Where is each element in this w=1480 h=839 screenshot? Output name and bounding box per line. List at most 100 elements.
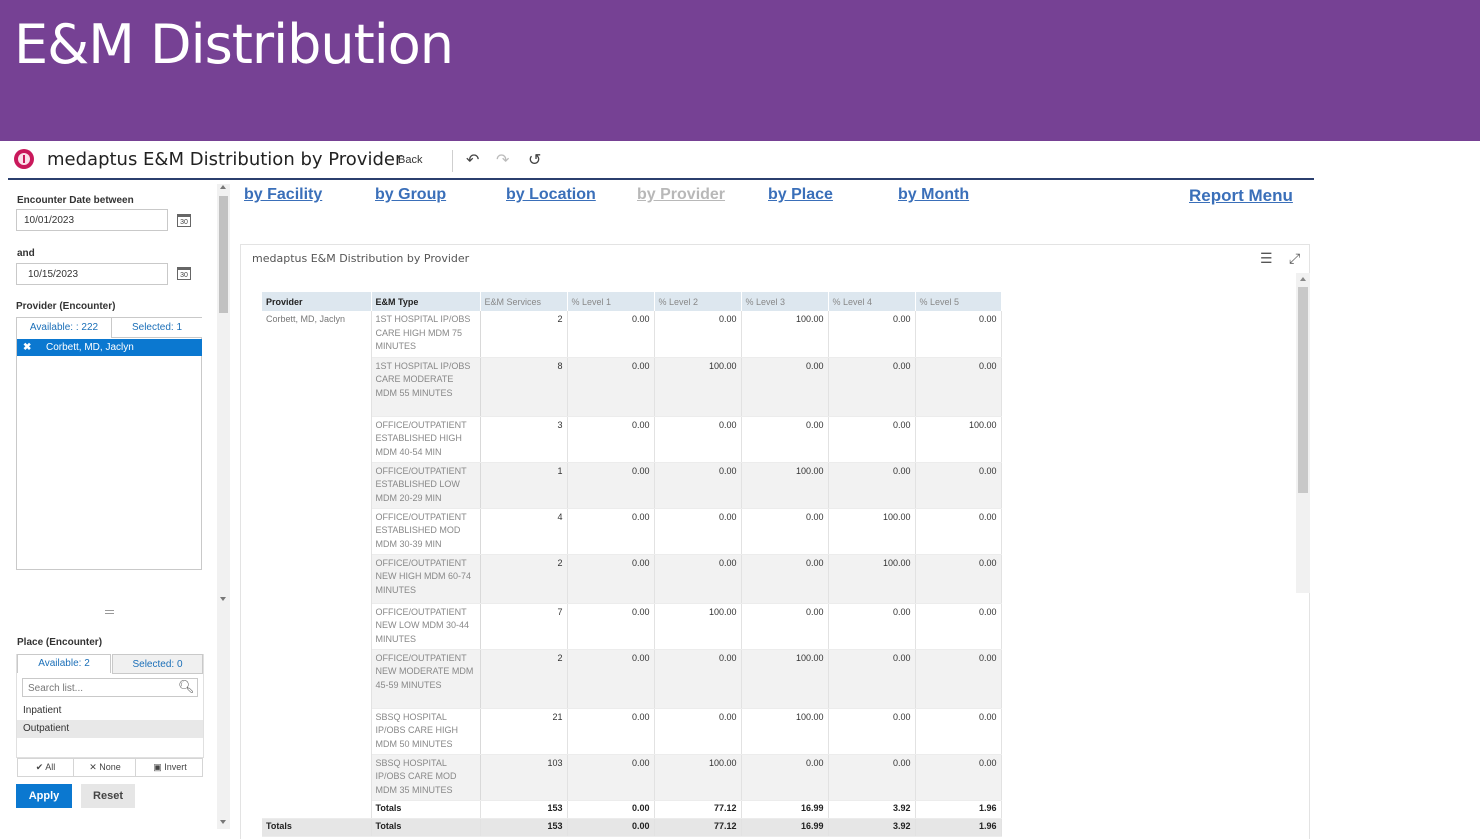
level-percent-cell: 0.00	[915, 554, 1002, 604]
medaptus-logo-icon	[14, 149, 34, 169]
level-percent-cell: 0.00	[567, 603, 655, 650]
level-percent-cell: 0.00	[915, 603, 1002, 650]
column-header[interactable]: Provider	[262, 292, 372, 311]
scroll-down-icon[interactable]	[220, 597, 226, 601]
place-search-input[interactable]: Search list...	[22, 678, 198, 697]
level-percent-cell: 0.00	[915, 754, 1002, 801]
column-header[interactable]: % Level 5	[915, 292, 1002, 311]
scrollbar-thumb[interactable]	[1298, 287, 1308, 493]
em-type-cell: OFFICE/OUTPATIENT ESTABLISHED MOD MDM 30…	[371, 508, 481, 555]
level-percent-cell: 0.00	[567, 754, 655, 801]
level-percent-cell: 0.00	[741, 554, 829, 604]
calendar-icon[interactable]: 30	[177, 267, 191, 280]
close-icon: ✕	[89, 762, 97, 772]
place-selected-tab[interactable]: Selected: 0	[112, 654, 203, 674]
provider-list-item[interactable]: ✖ Corbett, MD, Jaclyn	[17, 339, 202, 356]
level-percent-cell: 100.00	[741, 462, 829, 509]
level-percent-cell: 0.00	[567, 462, 655, 509]
nav-by-month[interactable]: by Month	[898, 186, 969, 204]
nav-by-location[interactable]: by Location	[506, 186, 596, 204]
nav-by-place[interactable]: by Place	[768, 186, 833, 204]
place-listbox[interactable]: Available: 2 Selected: 0 Search list... …	[17, 654, 204, 761]
level-percent-cell: 0.00	[915, 508, 1002, 555]
reset-button[interactable]: Reset	[81, 784, 135, 808]
em-type-cell: OFFICE/OUTPATIENT NEW MODERATE MDM 45-59…	[371, 649, 481, 709]
em-type-cell: 1ST HOSPITAL IP/OBS CARE MODERATE MDM 55…	[371, 357, 481, 417]
table-row: OFFICE/OUTPATIENT ESTABLISHED MOD MDM 30…	[262, 508, 1002, 555]
undo-icon[interactable]: ↶	[466, 150, 479, 170]
place-available-tab[interactable]: Available: 2	[17, 654, 111, 673]
nav-by-provider[interactable]: by Provider	[637, 186, 725, 204]
nav-by-group[interactable]: by Group	[375, 186, 446, 204]
level-percent-cell: 0.00	[567, 649, 655, 709]
level-percent-cell: 0.00	[567, 508, 655, 555]
level-percent-cell: 0.00	[828, 603, 916, 650]
em-type-cell: OFFICE/OUTPATIENT NEW LOW MDM 30-44 MINU…	[371, 603, 481, 650]
table-row: Corbett, MD, Jaclyn 1ST HOSPITAL IP/OBS C…	[262, 311, 1002, 819]
table-header-row: Provider E&M Type E&M Services % Level 1…	[262, 292, 1002, 311]
em-type-cell: SBSQ HOSPITAL IP/OBS CARE MOD MDM 35 MIN…	[371, 754, 481, 801]
scroll-down-icon[interactable]	[220, 820, 226, 824]
remove-icon[interactable]: ✖	[23, 339, 31, 356]
report-title: medaptus E&M Distribution by Provider	[252, 252, 470, 265]
column-header[interactable]: % Level 2	[654, 292, 742, 311]
em-type-cell: 1ST HOSPITAL IP/OBS CARE HIGH MDM 75 MIN…	[371, 311, 481, 358]
scroll-up-icon[interactable]	[220, 185, 226, 189]
panel-splitter[interactable]	[105, 610, 114, 614]
select-all-button[interactable]: ✔ All	[18, 759, 73, 776]
place-list-item[interactable]: Outpatient	[17, 720, 203, 738]
level-percent-cell: 0.00	[915, 311, 1002, 358]
calendar-icon[interactable]: 30	[177, 214, 191, 227]
column-header[interactable]: % Level 4	[828, 292, 916, 311]
export-icon[interactable]: ☰	[1260, 250, 1273, 267]
provider-listbox[interactable]: Available: : 222 Selected: 1 ✖ Corbett, …	[16, 317, 202, 570]
em-services-cell: 103	[480, 754, 568, 801]
provider-available-tab[interactable]: Available: : 222	[17, 318, 111, 338]
scrollbar-thumb[interactable]	[219, 196, 228, 313]
and-label: and	[17, 248, 35, 259]
slide-title: E&M Distribution	[14, 13, 454, 76]
reset-icon[interactable]: ↺	[528, 150, 541, 170]
level-percent-cell: 0.00	[915, 649, 1002, 709]
em-services-cell: 7	[480, 603, 568, 650]
table-row: OFFICE/OUTPATIENT ESTABLISHED HIGH MDM 4…	[262, 416, 1002, 463]
level-percent-cell: 0.00	[828, 416, 916, 463]
provider-selected-tab[interactable]: Selected: 1	[111, 318, 202, 338]
grand-totals-cell: Totals	[371, 818, 481, 837]
totals-cell: 1.96	[915, 800, 1002, 819]
level-percent-cell: 0.00	[741, 416, 829, 463]
report-scrollbar[interactable]	[1296, 273, 1310, 593]
column-header[interactable]: % Level 3	[741, 292, 829, 311]
level-percent-cell: 0.00	[828, 649, 916, 709]
level-percent-cell: 100.00	[741, 708, 829, 755]
level-percent-cell: 0.00	[741, 603, 829, 650]
em-services-cell: 21	[480, 708, 568, 755]
grand-totals-row: Totals Totals 153 0.00 77.12 16.99 3.92 1.96	[262, 818, 1002, 837]
table-row: 1ST HOSPITAL IP/OBS CARE MODERATE MDM 55…	[262, 357, 1002, 417]
search-icon[interactable]: 🔍︎	[178, 679, 195, 695]
report-menu-link[interactable]: Report Menu	[1189, 186, 1293, 206]
select-none-button[interactable]: ✕ None	[73, 759, 136, 776]
grand-totals-cell: 153	[480, 818, 568, 837]
place-list-item[interactable]: Inpatient	[17, 702, 203, 720]
apply-button[interactable]: Apply	[16, 784, 72, 808]
level-percent-cell: 0.00	[567, 311, 655, 358]
level-percent-cell: 0.00	[654, 462, 742, 509]
back-button[interactable]: Back	[398, 154, 422, 166]
column-header[interactable]: E&M Type	[371, 292, 481, 311]
column-header[interactable]: E&M Services	[480, 292, 568, 311]
column-header[interactable]: % Level 1	[567, 292, 655, 311]
expand-icon[interactable]: ⤢	[1289, 250, 1300, 267]
redo-icon[interactable]: ↷	[496, 150, 509, 170]
level-percent-cell: 0.00	[828, 462, 916, 509]
date-to-input[interactable]: 10/15/2023	[16, 263, 168, 285]
date-from-input[interactable]: 10/01/2023	[16, 209, 168, 231]
level-percent-cell: 100.00	[654, 603, 742, 650]
app-title: medaptus E&M Distribution by Provider	[47, 149, 403, 170]
scroll-up-icon[interactable]	[1300, 277, 1306, 281]
filter-panel-scrollbar[interactable]	[217, 184, 230, 829]
totals-cell: 16.99	[741, 800, 829, 819]
nav-by-facility[interactable]: by Facility	[244, 186, 322, 204]
em-type-cell: OFFICE/OUTPATIENT NEW HIGH MDM 60-74 MIN…	[371, 554, 481, 604]
invert-selection-button[interactable]: ▣ Invert	[135, 759, 204, 776]
